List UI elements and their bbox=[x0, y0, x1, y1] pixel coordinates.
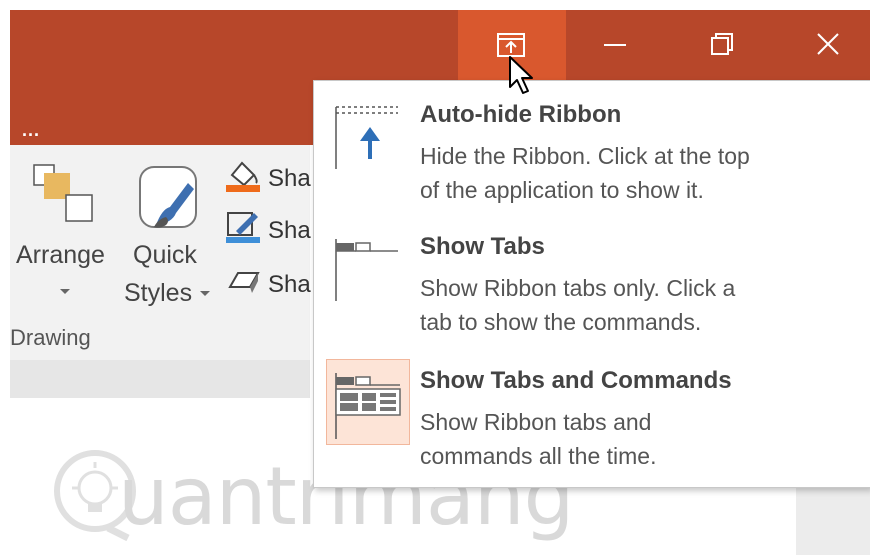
ribbon: Arrange Quick Styles Sha Sha Sha Drawing bbox=[10, 145, 311, 360]
menu-item-description: tab to show the commands. bbox=[420, 309, 702, 335]
lightbulb-logo-icon bbox=[54, 450, 136, 541]
menu-item-title: Show Tabs and Commands bbox=[420, 367, 732, 394]
arrange-icon[interactable] bbox=[30, 161, 100, 231]
menu-item-description: commands all the time. bbox=[420, 443, 657, 469]
minimize-icon bbox=[604, 44, 626, 46]
show-tabs-icon bbox=[335, 239, 398, 301]
menu-item-description: Show Ribbon tabs only. Click a bbox=[420, 275, 736, 301]
menu-item-title: Auto-hide Ribbon bbox=[420, 101, 622, 128]
menu-item-auto-hide-ribbon[interactable]: Auto-hide Ribbon Hide the Ribbon. Click … bbox=[314, 81, 870, 213]
menu-item-show-tabs-and-commands[interactable]: Show Tabs and Commands Show Ribbon tabs … bbox=[314, 351, 870, 483]
quick-label[interactable]: Quick bbox=[133, 241, 197, 270]
mouse-cursor-icon bbox=[509, 56, 533, 94]
arrange-label[interactable]: Arrange bbox=[16, 241, 105, 270]
menu-item-description: of the application to show it. bbox=[420, 177, 704, 203]
show-tabs-commands-icon bbox=[335, 373, 401, 439]
shape-fill-label[interactable]: Sha bbox=[268, 165, 311, 193]
menu-item-description: Hide the Ribbon. Click at the top bbox=[420, 143, 750, 169]
styles-dropdown-icon[interactable] bbox=[198, 289, 212, 299]
restore-icon bbox=[711, 33, 733, 55]
auto-hide-ribbon-icon bbox=[335, 106, 398, 169]
shape-effects-icon[interactable] bbox=[224, 265, 264, 301]
close-icon bbox=[817, 33, 839, 55]
shape-outline-icon[interactable] bbox=[224, 209, 264, 245]
shape-outline-label[interactable]: Sha bbox=[268, 217, 311, 245]
shape-effects-label[interactable]: Sha bbox=[268, 271, 311, 299]
ribbon-bottom-bar bbox=[10, 360, 310, 398]
menu-item-description: Show Ribbon tabs and bbox=[420, 409, 652, 435]
ribbon-display-options-menu: Auto-hide Ribbon Hide the Ribbon. Click … bbox=[313, 80, 870, 488]
drawing-group-label: Drawing bbox=[10, 325, 91, 350]
title-ellipsis: ... bbox=[22, 120, 41, 140]
menu-item-show-tabs[interactable]: Show Tabs Show Ribbon tabs only. Click a… bbox=[314, 217, 870, 349]
quick-styles-icon[interactable] bbox=[136, 163, 206, 235]
minimize-button[interactable] bbox=[566, 10, 666, 80]
menu-item-title: Show Tabs bbox=[420, 233, 545, 260]
close-button[interactable] bbox=[766, 10, 866, 80]
arrange-dropdown-icon[interactable] bbox=[58, 287, 72, 297]
document-scroll-area bbox=[796, 486, 870, 555]
shape-fill-icon[interactable] bbox=[224, 157, 264, 193]
styles-label[interactable]: Styles bbox=[124, 279, 192, 308]
restore-button[interactable] bbox=[666, 10, 766, 80]
